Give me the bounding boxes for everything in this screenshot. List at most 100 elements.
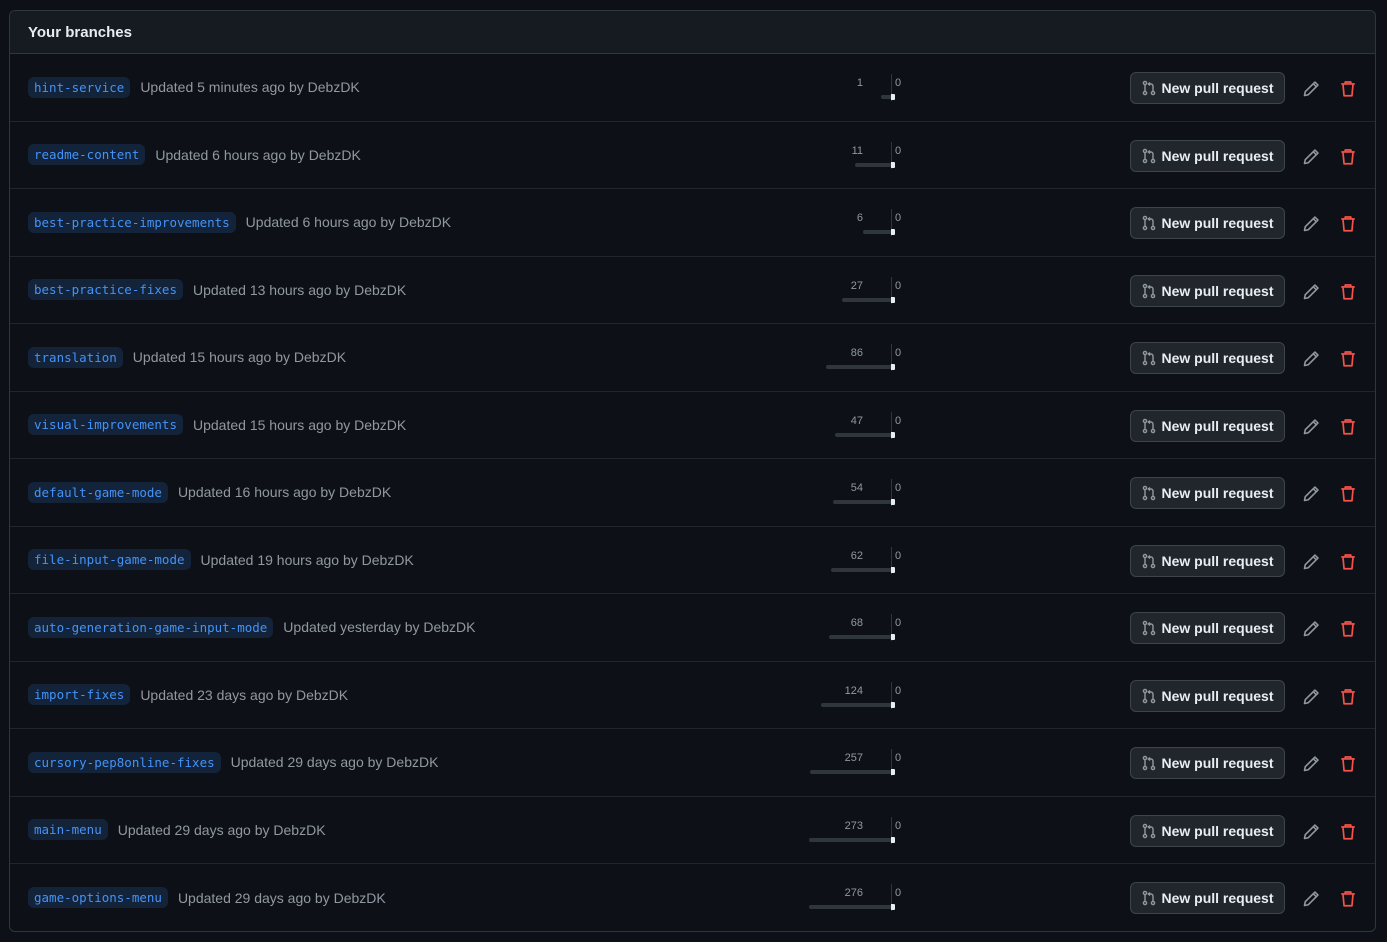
edit-branch-button[interactable] xyxy=(1302,418,1320,436)
behind-count: 27 xyxy=(850,279,863,292)
edit-branch-button[interactable] xyxy=(1302,283,1320,301)
branch-name-link[interactable]: best-practice-improvements xyxy=(28,211,236,233)
branch-name-link[interactable]: translation xyxy=(28,346,123,368)
branch-name-link[interactable]: hint-service xyxy=(28,76,131,98)
ahead-count: 0 xyxy=(895,752,902,764)
new-pull-request-button[interactable]: New pull request xyxy=(1130,814,1285,847)
git-pull-request-icon xyxy=(1143,620,1156,636)
edit-branch-button[interactable] xyxy=(1302,148,1320,166)
git-pull-request-icon xyxy=(1143,418,1156,433)
edit-branch-button[interactable] xyxy=(1302,215,1320,233)
ahead-behind-indicator: 276 0 xyxy=(790,884,920,914)
branch-updated-text: Updated yesterday by DebzDK xyxy=(283,619,476,636)
box-header: Your branches xyxy=(10,11,1375,54)
ahead-bar xyxy=(891,836,895,843)
pencil-icon xyxy=(1303,283,1319,299)
edit-branch-button[interactable] xyxy=(1302,688,1320,706)
git-pull-request-icon xyxy=(1143,890,1156,906)
branch-updated-text: Updated 6 hours ago by DebzDK xyxy=(155,146,361,163)
branch-name-link[interactable]: auto-generation-game-input-mode xyxy=(28,616,274,638)
new-pull-request-button[interactable]: New pull request xyxy=(1130,747,1285,779)
ahead-bar xyxy=(891,161,895,168)
git-pull-request-icon xyxy=(1143,350,1156,366)
new-pull-request-button[interactable]: New pull request xyxy=(1130,612,1285,644)
delete-branch-button[interactable] xyxy=(1339,350,1357,368)
branch-row: best-practice-fixes Updated 13 hours ago… xyxy=(10,257,1375,324)
pencil-icon xyxy=(1303,351,1319,367)
delete-branch-button[interactable] xyxy=(1339,215,1357,233)
pencil-icon xyxy=(1303,418,1319,434)
edit-branch-button[interactable] xyxy=(1302,890,1320,908)
delete-branch-button[interactable] xyxy=(1339,688,1357,706)
behind-count: 68 xyxy=(850,617,863,629)
delete-branch-button[interactable] xyxy=(1339,418,1357,436)
ahead-behind-indicator: 47 0 xyxy=(790,411,920,442)
ahead-bar xyxy=(891,364,895,370)
branch-updated-text: Updated 23 days ago by DebzDK xyxy=(140,686,349,703)
edit-branch-button[interactable] xyxy=(1302,350,1320,368)
branch-updated-text: Updated 15 hours ago by DebzDK xyxy=(132,349,347,366)
edit-branch-button[interactable] xyxy=(1302,620,1320,638)
new-pull-request-label: New pull request xyxy=(1161,80,1274,96)
delete-branch-button[interactable] xyxy=(1339,890,1357,908)
delete-branch-button[interactable] xyxy=(1339,80,1357,98)
new-pull-request-button[interactable]: New pull request xyxy=(1130,342,1285,374)
delete-branch-button[interactable] xyxy=(1339,283,1357,301)
edit-branch-button[interactable] xyxy=(1302,80,1320,98)
new-pull-request-button[interactable]: New pull request xyxy=(1130,274,1285,307)
branch-name-link[interactable]: import-fixes xyxy=(28,684,131,706)
branch-name-link[interactable]: default-game-mode xyxy=(28,481,168,503)
ahead-count: 0 xyxy=(895,77,902,89)
new-pull-request-button[interactable]: New pull request xyxy=(1130,207,1285,239)
ahead-bar xyxy=(891,94,895,100)
branch-name-link[interactable]: game-options-menu xyxy=(28,887,168,909)
branch-name-link[interactable]: file-input-game-mode xyxy=(28,549,191,571)
ahead-count: 0 xyxy=(895,414,902,427)
branch-name-link[interactable]: visual-improvements xyxy=(28,414,183,436)
delete-branch-button[interactable] xyxy=(1339,148,1357,166)
ahead-count: 0 xyxy=(895,144,902,157)
new-pull-request-button[interactable]: New pull request xyxy=(1130,72,1285,104)
git-pull-request-icon xyxy=(1143,553,1156,568)
edit-branch-button[interactable] xyxy=(1302,823,1320,841)
new-pull-request-button[interactable]: New pull request xyxy=(1130,139,1285,172)
pencil-icon xyxy=(1303,756,1319,772)
section-title: Your branches xyxy=(28,23,132,41)
branch-name-link[interactable]: readme-content xyxy=(28,144,146,166)
pencil-icon xyxy=(1303,486,1319,502)
edit-branch-button[interactable] xyxy=(1302,553,1320,571)
new-pull-request-label: New pull request xyxy=(1161,147,1274,164)
delete-branch-button[interactable] xyxy=(1339,823,1357,841)
edit-branch-button[interactable] xyxy=(1302,485,1320,503)
new-pull-request-label: New pull request xyxy=(1161,417,1274,434)
trash-icon xyxy=(1341,351,1355,367)
git-pull-request-icon xyxy=(1143,688,1156,703)
behind-count: 11 xyxy=(851,144,863,157)
delete-branch-button[interactable] xyxy=(1339,485,1357,503)
new-pull-request-button[interactable]: New pull request xyxy=(1130,477,1285,509)
trash-icon xyxy=(1341,216,1355,232)
ahead-bar xyxy=(891,499,895,505)
ahead-behind-indicator: 54 0 xyxy=(790,479,920,509)
branch-row: translation Updated 15 hours ago by Debz… xyxy=(10,324,1375,392)
delete-branch-button[interactable] xyxy=(1339,553,1357,571)
behind-count: 124 xyxy=(844,684,863,697)
new-pull-request-button[interactable]: New pull request xyxy=(1130,544,1285,577)
new-pull-request-button[interactable]: New pull request xyxy=(1130,679,1285,712)
branch-name-link[interactable]: cursory-pep8online-fixes xyxy=(28,751,221,773)
branch-updated-text: Updated 29 days ago by DebzDK xyxy=(117,821,326,838)
delete-branch-button[interactable] xyxy=(1339,620,1357,638)
edit-branch-button[interactable] xyxy=(1302,755,1320,773)
branch-name-link[interactable]: best-practice-fixes xyxy=(28,279,183,301)
ahead-behind-indicator: 62 0 xyxy=(790,546,920,577)
delete-branch-button[interactable] xyxy=(1339,755,1357,773)
behind-bar xyxy=(829,635,891,639)
pencil-icon xyxy=(1303,891,1319,907)
behind-bar xyxy=(833,500,891,504)
branch-name-link[interactable]: main-menu xyxy=(28,819,108,841)
behind-count: 86 xyxy=(850,347,863,359)
trash-icon xyxy=(1341,283,1355,300)
new-pull-request-button[interactable]: New pull request xyxy=(1130,409,1285,442)
new-pull-request-button[interactable]: New pull request xyxy=(1130,882,1285,914)
new-pull-request-label: New pull request xyxy=(1161,485,1274,501)
